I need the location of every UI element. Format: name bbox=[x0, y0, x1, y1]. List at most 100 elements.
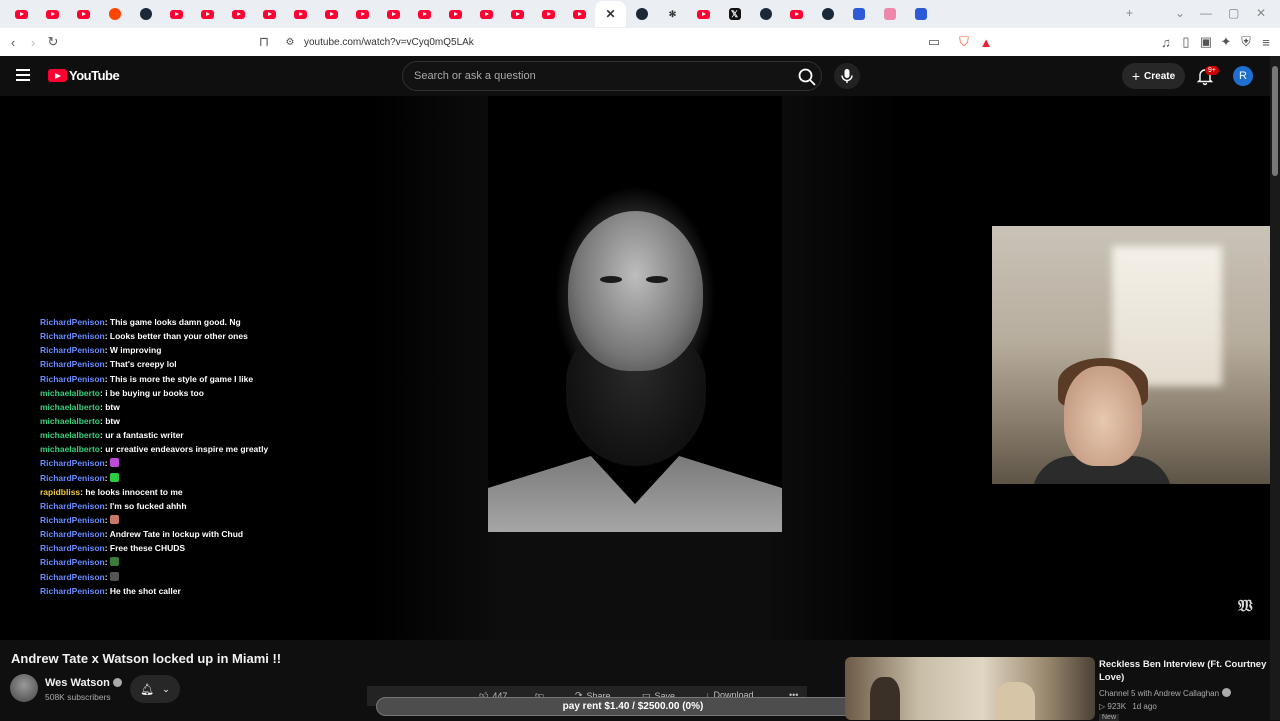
recommended-channel-name: Channel 5 with Andrew Callaghan bbox=[1099, 689, 1220, 698]
recommended-video-title[interactable]: Reckless Ben Interview (Ft. Courtney Lov… bbox=[1099, 658, 1269, 684]
brave-rewards-icon[interactable]: ▲ bbox=[976, 32, 996, 52]
browser-tab[interactable] bbox=[781, 1, 812, 27]
wallet-icon[interactable]: ▣ bbox=[1196, 32, 1216, 52]
browser-tab[interactable] bbox=[68, 1, 99, 27]
chat-username: RichardPenison bbox=[40, 571, 105, 582]
browser-tab[interactable] bbox=[688, 1, 719, 27]
channel-avatar[interactable] bbox=[10, 674, 38, 702]
browser-tab[interactable] bbox=[812, 1, 843, 27]
tab-list-icon[interactable]: ⌄ bbox=[1175, 6, 1185, 20]
subscription-bell-button[interactable]: 🔔︎ ⌄ bbox=[130, 675, 180, 703]
chevron-down-icon: ⌄ bbox=[162, 683, 170, 694]
youtube-icon bbox=[511, 9, 524, 19]
youtube-icon bbox=[418, 9, 431, 19]
youtube-header: YouTube Search or ask a question bbox=[0, 56, 1270, 96]
brave-shield-icon[interactable]: ⛉ bbox=[954, 32, 974, 52]
channel-watermark-icon[interactable]: 𝔚 bbox=[1238, 596, 1253, 616]
browser-tab[interactable] bbox=[316, 1, 347, 27]
browser-tab[interactable] bbox=[750, 1, 781, 27]
browser-tab[interactable] bbox=[564, 1, 595, 27]
verified-icon bbox=[112, 678, 122, 687]
steam-icon bbox=[139, 8, 152, 20]
browser-tab[interactable] bbox=[6, 1, 37, 27]
browser-tab[interactable]: ✕ bbox=[595, 1, 626, 27]
channel-name[interactable]: Wes Watson bbox=[45, 677, 122, 689]
sidebar-icon[interactable]: ▯ bbox=[1176, 32, 1196, 52]
x-icon: 𝕏 bbox=[728, 8, 741, 20]
microphone-icon[interactable] bbox=[834, 63, 860, 89]
account-avatar[interactable]: R bbox=[1233, 66, 1253, 86]
browser-tab[interactable] bbox=[37, 1, 68, 27]
thumbnail-person-left bbox=[870, 677, 900, 720]
chat-emote-icon bbox=[109, 514, 119, 524]
cast-icon[interactable]: ▭ bbox=[924, 32, 944, 52]
browser-tab[interactable] bbox=[99, 1, 130, 27]
browser-tab[interactable] bbox=[192, 1, 223, 27]
forward-icon[interactable]: › bbox=[23, 32, 43, 52]
chat-username: RichardPenison bbox=[40, 331, 105, 342]
page-scrollbar[interactable] bbox=[1270, 56, 1280, 720]
browser-tab[interactable] bbox=[161, 1, 192, 27]
browser-tab[interactable] bbox=[471, 1, 502, 27]
browser-tab[interactable] bbox=[223, 1, 254, 27]
app-icon bbox=[914, 8, 927, 20]
subscriber-count: 508K subscribers bbox=[45, 692, 111, 702]
steam-icon bbox=[821, 8, 834, 20]
vpn-icon[interactable]: ⛨ bbox=[1236, 32, 1256, 52]
back-icon[interactable]: ‹ bbox=[3, 32, 23, 52]
youtube-icon bbox=[387, 9, 400, 19]
browser-tab[interactable] bbox=[626, 1, 657, 27]
browser-tab[interactable] bbox=[843, 1, 874, 27]
reload-icon[interactable]: ↻ bbox=[43, 32, 63, 52]
youtube-icon bbox=[697, 9, 710, 19]
chat-emote-icon bbox=[109, 458, 119, 468]
site-info-icon[interactable]: ⚙ bbox=[280, 32, 300, 52]
browser-tab[interactable] bbox=[378, 1, 409, 27]
browser-tab[interactable] bbox=[874, 1, 905, 27]
browser-tab[interactable] bbox=[254, 1, 285, 27]
chat-text: Free these CHUDS bbox=[109, 543, 186, 554]
minimize-icon[interactable]: — bbox=[1200, 6, 1212, 20]
recommended-video-thumbnail[interactable] bbox=[845, 657, 1095, 720]
youtube-icon bbox=[170, 9, 183, 19]
maximize-icon[interactable]: ▢ bbox=[1228, 6, 1239, 20]
browser-tab[interactable] bbox=[409, 1, 440, 27]
chat-message: michaelalberto: ur creative endeavors in… bbox=[40, 442, 380, 456]
streamer-webcam bbox=[992, 226, 1270, 484]
steam-icon bbox=[635, 8, 648, 20]
browser-tab[interactable] bbox=[347, 1, 378, 27]
chat-message: RichardPenison: bbox=[40, 555, 380, 569]
address-bar[interactable]: ⚙ youtube.com/watch?v=vCyq0mQ5LAk bbox=[280, 31, 1000, 53]
browser-tab[interactable] bbox=[285, 1, 316, 27]
create-button[interactable]: + Create bbox=[1122, 63, 1185, 89]
close-window-icon[interactable]: ✕ bbox=[1256, 6, 1266, 20]
search-input[interactable]: Search or ask a question bbox=[402, 61, 822, 91]
menu-icon[interactable]: ≡ bbox=[1256, 32, 1276, 52]
search-icon[interactable] bbox=[796, 66, 818, 88]
chat-message: RichardPenison: This is more the style o… bbox=[40, 372, 380, 386]
close-icon: ✕ bbox=[605, 7, 616, 21]
youtube-icon bbox=[46, 9, 59, 19]
browser-tab[interactable] bbox=[130, 1, 161, 27]
scrollbar-thumb[interactable] bbox=[1272, 66, 1278, 176]
avatar-letter: R bbox=[1239, 70, 1247, 82]
recommended-video-channel[interactable]: Channel 5 with Andrew Callaghan bbox=[1099, 688, 1232, 698]
browser-tab[interactable]: ✻ bbox=[657, 1, 688, 27]
new-tab-icon[interactable]: + bbox=[1126, 6, 1133, 20]
youtube-logo[interactable]: YouTube bbox=[48, 68, 120, 83]
leo-ai-icon[interactable]: ✦ bbox=[1216, 32, 1236, 52]
browser-tab[interactable]: 𝕏 bbox=[719, 1, 750, 27]
youtube-icon bbox=[77, 9, 90, 19]
browser-tab[interactable] bbox=[502, 1, 533, 27]
recommended-video-meta: ▷ 923K 1d ago bbox=[1099, 702, 1157, 711]
chat-message: RichardPenison: bbox=[40, 570, 380, 584]
video-player[interactable]: RichardPenison: This game looks damn goo… bbox=[0, 96, 1270, 640]
chat-username: michaelalberto bbox=[40, 415, 100, 426]
bookmark-icon[interactable]: ⊓ bbox=[254, 32, 274, 52]
browser-tab[interactable] bbox=[905, 1, 936, 27]
browser-tab[interactable] bbox=[440, 1, 471, 27]
chat-message: RichardPenison: W improving bbox=[40, 343, 380, 357]
media-icon[interactable]: ♫ bbox=[1156, 32, 1176, 52]
browser-tab[interactable] bbox=[533, 1, 564, 27]
hamburger-menu-icon[interactable] bbox=[16, 69, 30, 81]
